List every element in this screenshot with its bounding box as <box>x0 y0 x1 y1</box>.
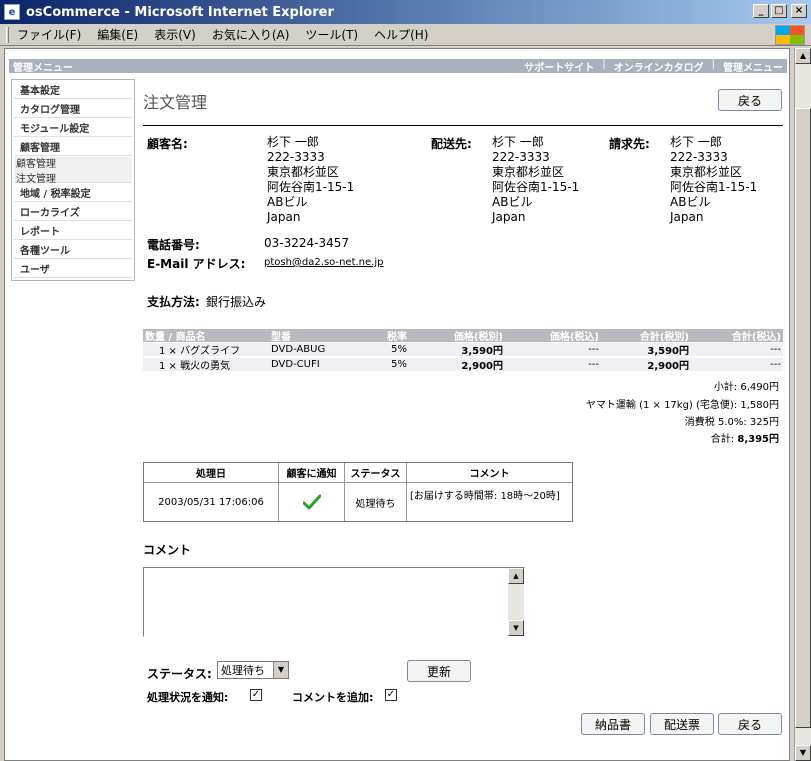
append-comment-label: コメントを追加: <box>292 691 374 704</box>
notify-checkbox[interactable]: ✓ <box>250 689 262 701</box>
menu-tools[interactable]: ツール(T) <box>305 26 358 43</box>
notify-label: 処理状況を通知: <box>147 691 229 704</box>
sidebar-item-catalog[interactable]: カタログ管理 <box>14 100 132 118</box>
menu-file[interactable]: ファイル(F) <box>17 26 81 43</box>
payment-label: 支払方法: <box>147 295 200 309</box>
phone-label: 電話番号: <box>147 238 200 252</box>
sidebar-sub-orders[interactable]: 注文管理 <box>16 170 56 185</box>
status-label: ステータス: <box>147 667 212 681</box>
close-icon[interactable]: × <box>791 4 807 18</box>
sidebar-sub-customers[interactable]: 顧客管理 <box>16 155 56 170</box>
title-divider <box>143 125 783 126</box>
back-button-bottom[interactable]: 戻る <box>718 713 782 735</box>
col-price-in: 価格(税込) <box>549 332 599 343</box>
customer-address: 杉下 一郎 222-3333 東京都杉並区 阿佐谷南1-15-1 ABビル Japan <box>267 135 355 224</box>
col-qty-name: 数量 / 商品名 <box>145 332 206 343</box>
packing-slip-button[interactable]: 配送票 <box>650 713 714 735</box>
billing-label: 請求先: <box>609 137 650 151</box>
billing-address: 杉下 一郎 222-3333 東京都杉並区 阿佐谷南1-15-1 ABビル Japan <box>670 135 758 224</box>
menu-help[interactable]: ヘルプ(H) <box>374 26 428 43</box>
sidebar-item-basic-settings[interactable]: 基本設定 <box>14 81 132 99</box>
status-history-table: 処理日 2003/05/31 17:06:06 顧客に通知 ステータス 処理待ち… <box>143 462 573 522</box>
scroll-down-icon[interactable]: ▼ <box>795 745 811 761</box>
window-controls: _ □ × <box>753 4 807 18</box>
hist-col-date: 処理日 <box>144 463 278 483</box>
products-header: 数量 / 商品名 型番 税率 価格(税別) 価格(税込) 合計(税別) 合計(税… <box>143 329 783 343</box>
textarea-scroll-up-icon[interactable]: ▲ <box>508 568 524 584</box>
sidebar-item-localize[interactable]: ローカライズ <box>14 203 132 221</box>
window-title: osCommerce - Microsoft Internet Explorer <box>26 4 334 20</box>
append-comment-checkbox[interactable]: ✓ <box>385 689 397 701</box>
window-titlebar: e osCommerce - Microsoft Internet Explor… <box>0 0 811 24</box>
table-row: 1 × バグズライフ DVD-ABUG 5% 3,590円 --- 3,590円… <box>143 343 783 357</box>
grand-total-value: 8,395円 <box>737 434 779 445</box>
menu-edit[interactable]: 編集(E) <box>97 26 138 43</box>
chevron-down-icon[interactable]: ▼ <box>273 662 288 678</box>
hist-comment: [お届けする時間帯: 18時～20時] <box>410 491 560 502</box>
col-total-in: 合計(税込) <box>731 332 781 343</box>
scroll-up-icon[interactable]: ▲ <box>795 48 811 64</box>
maximize-icon[interactable]: □ <box>771 4 787 18</box>
minimize-icon[interactable]: _ <box>753 4 769 18</box>
col-tax: 税率 <box>387 332 407 343</box>
link-admin-menu[interactable]: 管理メニュー <box>723 59 783 74</box>
top-nav-title: 管理メニュー <box>13 62 73 74</box>
sidebar-submenu: 顧客管理 注文管理 <box>14 155 132 185</box>
sidebar-item-zones-tax[interactable]: 地域 / 税率設定 <box>14 184 132 202</box>
update-button[interactable]: 更新 <box>407 660 471 682</box>
menu-bar: ファイル(F) 編集(E) 表示(V) お気に入り(A) ツール(T) ヘルプ(… <box>0 24 811 46</box>
comment-textarea[interactable]: ▲ ▼ <box>143 567 525 637</box>
email-label: E-Mail アドレス: <box>147 257 246 271</box>
scroll-thumb[interactable] <box>795 108 811 728</box>
status-select[interactable]: 処理待ち ▼ <box>217 661 289 679</box>
link-online-catalog[interactable]: オンラインカタログ <box>614 59 704 74</box>
email-link[interactable]: ptosh@da2.so-net.ne.jp <box>264 257 383 268</box>
grand-total-line: 合計: 8,395円 <box>711 430 779 445</box>
toolbar-grip <box>6 26 9 43</box>
status-selected: 処理待ち <box>221 664 265 677</box>
comment-label: コメント <box>143 543 192 557</box>
page-scrollbar[interactable]: ▲ ▼ <box>794 48 811 761</box>
tax-line: 消費税 5.0%: 325円 <box>684 417 779 428</box>
hist-date: 2003/05/31 17:06:06 <box>158 496 264 508</box>
top-nav: 管理メニュー サポートサイト | オンラインカタログ | 管理メニュー <box>9 59 787 74</box>
customer-label: 顧客名: <box>147 137 188 151</box>
back-button-top[interactable]: 戻る <box>718 89 782 111</box>
hist-status: 処理待ち <box>355 498 396 510</box>
menu-view[interactable]: 表示(V) <box>154 26 196 43</box>
delivery-label: 配送先: <box>431 137 472 151</box>
hist-col-status: ステータス <box>345 463 406 483</box>
phone-value: 03-3224-3457 <box>264 236 350 250</box>
delivery-address: 杉下 一郎 222-3333 東京都杉並区 阿佐谷南1-15-1 ABビル Japan <box>492 135 580 224</box>
table-row: 1 × 戦火の勇気 DVD-CUFI 5% 2,900円 --- 2,900円 … <box>143 358 783 372</box>
sidebar-item-tools[interactable]: 各種ツール <box>14 241 132 259</box>
hist-col-comment: コメント <box>407 463 572 483</box>
sidebar-item-customers[interactable]: 顧客管理 <box>14 138 132 156</box>
col-price-ex: 価格(税別) <box>453 332 503 343</box>
grand-total-label: 合計: <box>710 434 735 445</box>
menu-favorites[interactable]: お気に入り(A) <box>212 26 290 43</box>
subtotal-line: 小計: 6,490円 <box>713 382 779 393</box>
col-total-ex: 合計(税別) <box>639 332 689 343</box>
sidebar-item-users[interactable]: ユーザ <box>14 260 132 278</box>
invoice-button[interactable]: 納品書 <box>581 713 645 735</box>
link-support-site[interactable]: サポートサイト <box>524 59 594 74</box>
sidebar: 基本設定 カタログ管理 モジュール設定 顧客管理 顧客管理 注文管理 地域 / … <box>11 79 135 281</box>
sidebar-item-modules[interactable]: モジュール設定 <box>14 119 132 137</box>
textarea-scroll-down-icon[interactable]: ▼ <box>508 620 524 636</box>
page-content: 管理メニュー サポートサイト | オンラインカタログ | 管理メニュー 基本設定… <box>4 48 790 761</box>
shipping-line: ヤマト運輸 (1 × 17kg) (宅急便): 1,580円 <box>585 400 779 411</box>
payment-value: 銀行振込み <box>206 295 267 309</box>
col-model: 型番 <box>271 332 291 343</box>
ie-page-icon: e <box>4 4 20 20</box>
hist-col-notified: 顧客に通知 <box>279 463 344 483</box>
checkmark-icon <box>302 494 321 510</box>
windows-logo-icon <box>775 25 805 45</box>
page-title: 注文管理 <box>143 93 208 112</box>
sidebar-item-reports[interactable]: レポート <box>14 222 132 240</box>
